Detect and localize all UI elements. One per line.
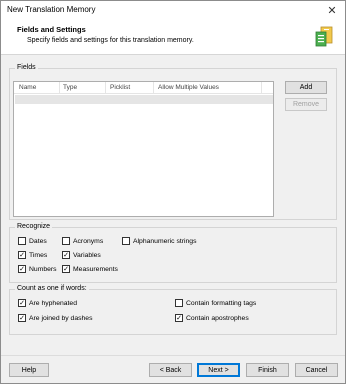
window-title: New Translation Memory (7, 5, 96, 14)
joined-by-dashes-check-box[interactable]: ✓ (18, 314, 26, 322)
alphanumeric-checkbox[interactable]: Alphanumeric strings (122, 237, 196, 245)
wizard-header: Fields and Settings Specify fields and s… (1, 19, 345, 55)
fields-group-label: Fields (15, 64, 38, 71)
fields-list[interactable]: Name Type Picklist Allow Multiple Values (13, 81, 274, 217)
alphanumeric-label: Alphanumeric strings (133, 237, 197, 245)
formatting-tags-label: Contain formatting tags (186, 299, 257, 307)
recognize-group-label: Recognize (15, 223, 53, 230)
numbers-label: Numbers (29, 265, 57, 273)
fields-group: Fields Name Type Picklist Allow Multiple… (9, 64, 337, 220)
page-title: Fields and Settings (17, 25, 86, 34)
dialog-window: New Translation Memory ✕ Fields and Sett… (0, 0, 346, 384)
dates-checkbox[interactable]: Dates (18, 237, 47, 245)
times-checkbox[interactable]: ✓ Times (18, 251, 47, 259)
footer-divider (1, 355, 345, 356)
add-field-button[interactable]: Add (285, 81, 327, 94)
apostrophes-check-box[interactable]: ✓ (175, 314, 183, 322)
measurements-check-box[interactable]: ✓ (62, 265, 70, 273)
column-header-type[interactable]: Type (63, 84, 77, 91)
hyphenated-check-box[interactable]: ✓ (18, 299, 26, 307)
apostrophes-checkbox[interactable]: ✓ Contain apostrophes (175, 314, 249, 322)
apostrophes-label: Contain apostrophes (186, 314, 249, 322)
variables-checkbox[interactable]: ✓ Variables (62, 251, 101, 259)
close-button[interactable]: ✕ (319, 1, 345, 19)
dates-label: Dates (29, 237, 47, 245)
translation-memory-icon (315, 26, 333, 47)
joined-by-dashes-checkbox[interactable]: ✓ Are joined by dashes (18, 314, 92, 322)
measurements-checkbox[interactable]: ✓ Measurements (62, 265, 118, 273)
joined-by-dashes-label: Are joined by dashes (29, 314, 93, 322)
acronyms-checkbox[interactable]: Acronyms (62, 237, 103, 245)
list-item[interactable] (15, 95, 273, 104)
help-button[interactable]: Help (9, 363, 49, 377)
hyphenated-checkbox[interactable]: ✓ Are hyphenated (18, 299, 77, 307)
formatting-tags-check-box[interactable] (175, 299, 183, 307)
back-button[interactable]: < Back (149, 363, 192, 377)
cancel-button[interactable]: Cancel (295, 363, 338, 377)
remove-field-button[interactable]: Remove (285, 98, 327, 111)
measurements-label: Measurements (73, 265, 118, 273)
fields-list-header: Name Type Picklist Allow Multiple Values (14, 82, 273, 94)
column-separator (153, 82, 154, 94)
dates-check-box[interactable] (18, 237, 26, 245)
variables-check-box[interactable]: ✓ (62, 251, 70, 259)
column-header-picklist[interactable]: Picklist (110, 84, 130, 91)
alphanumeric-check-box[interactable] (122, 237, 130, 245)
column-header-allow-multiple[interactable]: Allow Multiple Values (158, 84, 219, 91)
title-bar: New Translation Memory ✕ (1, 1, 345, 19)
variables-label: Variables (73, 251, 101, 259)
column-header-name[interactable]: Name (19, 84, 36, 91)
column-separator (261, 82, 262, 94)
column-separator (105, 82, 106, 94)
numbers-check-box[interactable]: ✓ (18, 265, 26, 273)
next-button[interactable]: Next > (197, 363, 240, 377)
times-check-box[interactable]: ✓ (18, 251, 26, 259)
recognize-group: Recognize Dates Acronyms Alphanumeric st… (9, 223, 337, 283)
column-separator (59, 82, 60, 94)
count-as-one-group: Count as one if words: ✓ Are hyphenated … (9, 285, 337, 335)
finish-button[interactable]: Finish (246, 363, 289, 377)
count-as-one-group-label: Count as one if words: (15, 285, 89, 292)
acronyms-check-box[interactable] (62, 237, 70, 245)
formatting-tags-checkbox[interactable]: Contain formatting tags (175, 299, 256, 307)
hyphenated-label: Are hyphenated (29, 299, 77, 307)
numbers-checkbox[interactable]: ✓ Numbers (18, 265, 57, 273)
acronyms-label: Acronyms (73, 237, 104, 245)
times-label: Times (29, 251, 48, 259)
page-subtitle: Specify fields and settings for this tra… (27, 37, 194, 44)
